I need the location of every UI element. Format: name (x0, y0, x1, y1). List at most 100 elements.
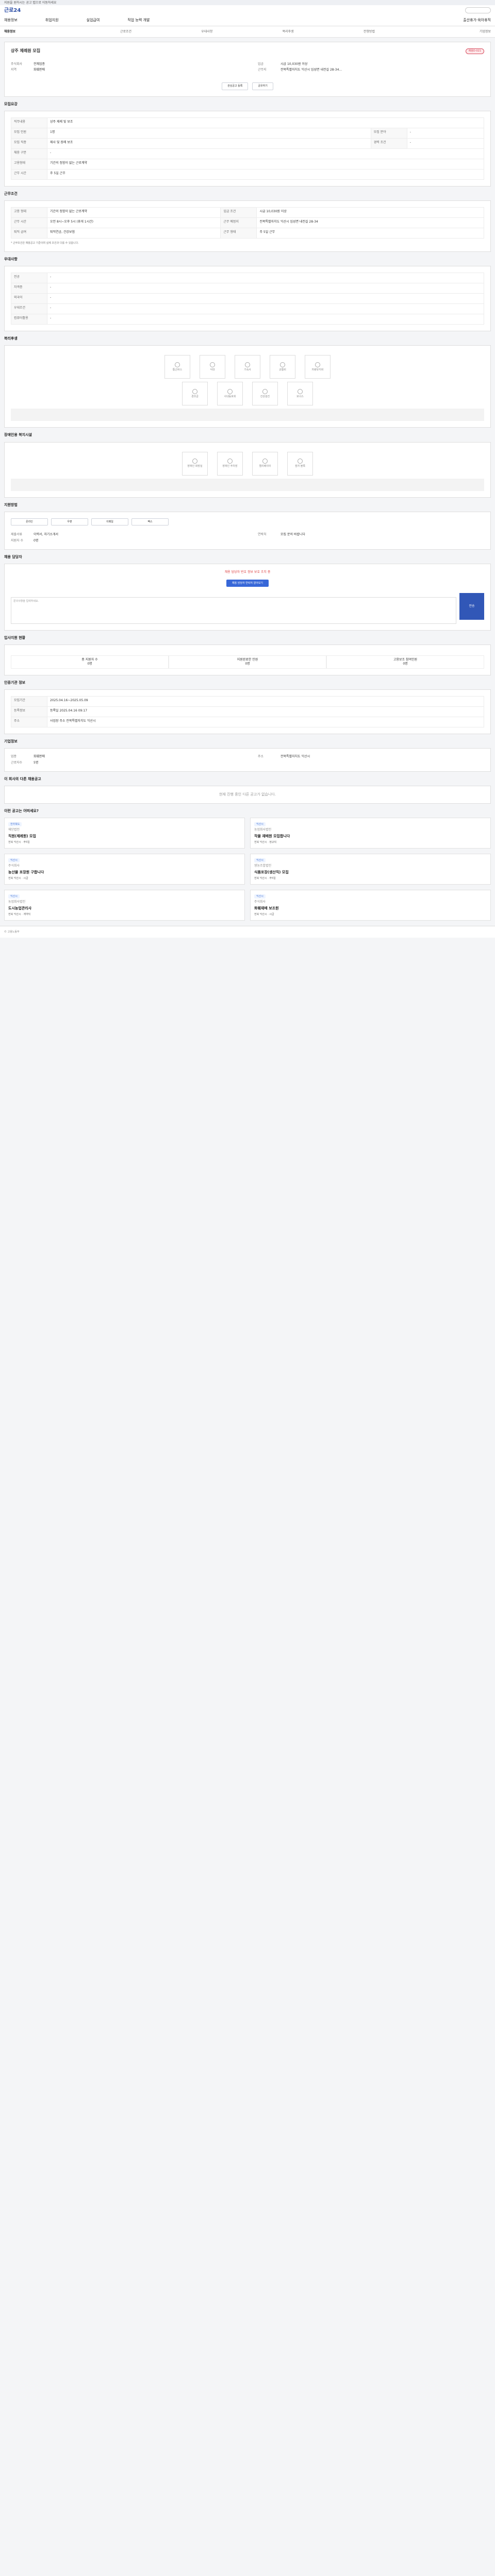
company-label: 주식회사 (11, 62, 23, 66)
rec-title: 직원(제례원) 모집 (8, 834, 36, 839)
send-button[interactable]: 전송 (459, 593, 484, 620)
doc-label: 제출서류 (11, 533, 23, 537)
benefit-item: 건강검진 (252, 382, 278, 406)
benefit-label: 식대 (210, 368, 215, 372)
method-button[interactable]: 우편 (51, 518, 88, 526)
wc-label: 근무 형태 (220, 227, 257, 239)
method-button[interactable]: 팩스 (131, 518, 169, 526)
location-label: 지역 (11, 68, 17, 72)
rec-company: 농업회사법인 (8, 900, 26, 904)
rec-meta: 전북 익산시 · 계약직 (8, 913, 31, 917)
status-value: 0명 (87, 662, 92, 666)
rec-card[interactable]: 전라북도 재단법인 직원(제례원) 모집 전북 익산시 · 주5일 (4, 817, 245, 849)
wc-value: 오전 8시~오후 5시 (휴게 1시간) (46, 217, 221, 228)
method-button[interactable]: 이메일 (91, 518, 128, 526)
company-employees: 5명 (34, 760, 39, 765)
status-label: 총 지원자 수 (81, 658, 98, 662)
meal-icon (210, 362, 215, 368)
contact-value: 모집 문의 바랍니다 (280, 533, 305, 537)
field-label: 근무 시간 (11, 168, 47, 180)
rec-card[interactable]: 익산시 주식회사 농산물 포장원 구합니다 전북 익산시 · 시급 (4, 853, 245, 885)
wc-value: 전북특별자치도 익산시 임성면 내전길 28-34 (256, 217, 484, 228)
tab[interactable]: 우대사항 (167, 30, 248, 34)
tab[interactable]: 전형방법 (328, 30, 409, 34)
wc-value: 시급 10,030원 이상 (256, 207, 484, 218)
rec-company: 주식회사 (8, 864, 20, 868)
benefit-item: 식대 (200, 355, 225, 379)
contact-card: 채용 담당자 번호 정보 보호 조치 중 채용 담당자 연락처 알아보기 문의사… (4, 563, 491, 631)
rec-card[interactable]: 익산시 영농조합법인 식품포장(생산직) 모집 전북 익산시 · 주5일 (250, 853, 491, 885)
fuel-icon (315, 362, 320, 368)
facility-item: 엘리베이터 (252, 451, 278, 476)
message-textarea[interactable]: 문의사항을 입력하세요. (11, 597, 456, 624)
facility-item: 장애인 화장실 (182, 451, 208, 476)
company-value: 전체업종 (34, 62, 45, 66)
tab[interactable]: 복리후생 (248, 30, 328, 34)
rec-card[interactable]: 익산시 농업회사법인 도시농업관리사 전북 익산시 · 계약직 (4, 889, 245, 921)
recruit-card: 직무내용 상주 제례 및 보조 모집 인원 1명 모집 분야 - 모집 직종 제사 및 장… (4, 110, 491, 187)
bonus-icon (298, 389, 303, 395)
pref-label: 자격증 (11, 283, 47, 294)
apply-methods: 온라인 우편 이메일 팩스 (11, 518, 484, 526)
rec-company: 영농조합법인 (254, 864, 272, 868)
benefit-item: 교통비 (270, 355, 295, 379)
field-value: 상주 제례 및 보조 (47, 117, 484, 128)
status-heading: 입사지원 현황 (4, 636, 26, 640)
rec-tag: 익산시 (254, 894, 266, 899)
bus-icon (175, 362, 180, 368)
benefit-label: 기숙사 (244, 368, 251, 372)
work-conditions-card: 고용 형태 기간의 정함이 없는 근로계약 임금 조건 시급 10,030원 이상 근… (4, 200, 491, 252)
site-title[interactable]: 근로24 (4, 7, 21, 14)
status-item: 지원완료한 인원 0명 (169, 655, 326, 669)
status-value: 0명 (245, 662, 250, 666)
field-value: - (47, 148, 484, 159)
rec-heading: 이런 공고는 어떠세요? (4, 808, 39, 813)
tab[interactable]: 채용정보 (4, 30, 85, 34)
rec-title: 식품포장(생산직) 모집 (254, 870, 289, 875)
rec-title: 화훼재배 보조원 (254, 906, 279, 910)
entry-card: 모집기간 2025.04.16~2025.05.09 등록정보 등록일 2025.0… (4, 689, 491, 734)
share-button[interactable]: 공유하기 (252, 82, 273, 90)
rec-tag: 전라북도 (8, 822, 22, 827)
contact-heading: 채용 담당자 (4, 554, 22, 559)
club-icon (227, 389, 233, 395)
menu-item[interactable]: 출산휴가·육아휴직 (463, 18, 491, 23)
rec-meta: 전북 익산시 · 주5일 (254, 877, 276, 880)
benefit-label: 통근버스 (172, 368, 183, 372)
menu-item[interactable]: 취업지원 (45, 18, 59, 23)
wc-label: 고용 형태 (11, 207, 47, 218)
wc-value: 주 5일 근무 (256, 227, 484, 239)
field-label: 모집 직종 (11, 138, 47, 149)
elevator-icon (262, 459, 268, 464)
apply-button[interactable]: 관심공고 등록 (222, 82, 249, 90)
method-button[interactable]: 온라인 (11, 518, 48, 526)
field-label: 채용 구분 (11, 148, 47, 159)
doc-value: 이력서, 자기소개서 (34, 533, 58, 537)
wc-label: 퇴직 급여 (11, 227, 47, 239)
rec-tag: 익산시 (8, 858, 20, 863)
wc-value: 퇴직연금, 건강보험 (46, 227, 221, 239)
rec-card[interactable]: 익산시 주식회사 화훼재배 보조원 전북 익산시 · 시급 (250, 889, 491, 921)
footer-text: © 고용노동부 (4, 930, 20, 934)
pref-label: 전공 (11, 273, 47, 284)
menu-item[interactable]: 채용정보 (4, 18, 18, 23)
tab[interactable]: 기업정보 (410, 30, 491, 34)
contact-reveal-button[interactable]: 채용 담당자 연락처 알아보기 (226, 579, 269, 587)
contact-label: 연락처 (258, 533, 267, 537)
rec-company: 재단법인 (8, 828, 20, 832)
braille-icon (298, 459, 303, 464)
menu-item[interactable]: 직업 능력 개발 (127, 18, 150, 23)
facility-label: 장애인 주차장 (222, 465, 238, 468)
rec-card[interactable]: 익산시 농업회사법인 작물 재배원 모집합니다 전북 익산시 · 정규직 (250, 817, 491, 849)
rec-meta: 전북 익산시 · 시급 (254, 913, 274, 917)
rec-meta: 전북 익산시 · 주5일 (8, 841, 30, 844)
job-type-value: 화훼판매 (34, 68, 45, 72)
disabled-facilities-card: 장애인 화장실 장애인 주차장 엘리베이터 점자 블록 (4, 442, 491, 498)
company-address: 전북특별자치도 익산시 (280, 755, 310, 759)
search-input[interactable] (465, 7, 491, 13)
tab[interactable]: 근로조건 (85, 30, 166, 34)
top-notice: 지원을 원하시는 공고 탭으로 이동하세요 (0, 0, 495, 5)
wc-label: 임금 조건 (220, 207, 257, 218)
menu-item[interactable]: 실업급여 (87, 18, 100, 23)
wc-value: 기간의 정함이 없는 근로계약 (46, 207, 221, 218)
